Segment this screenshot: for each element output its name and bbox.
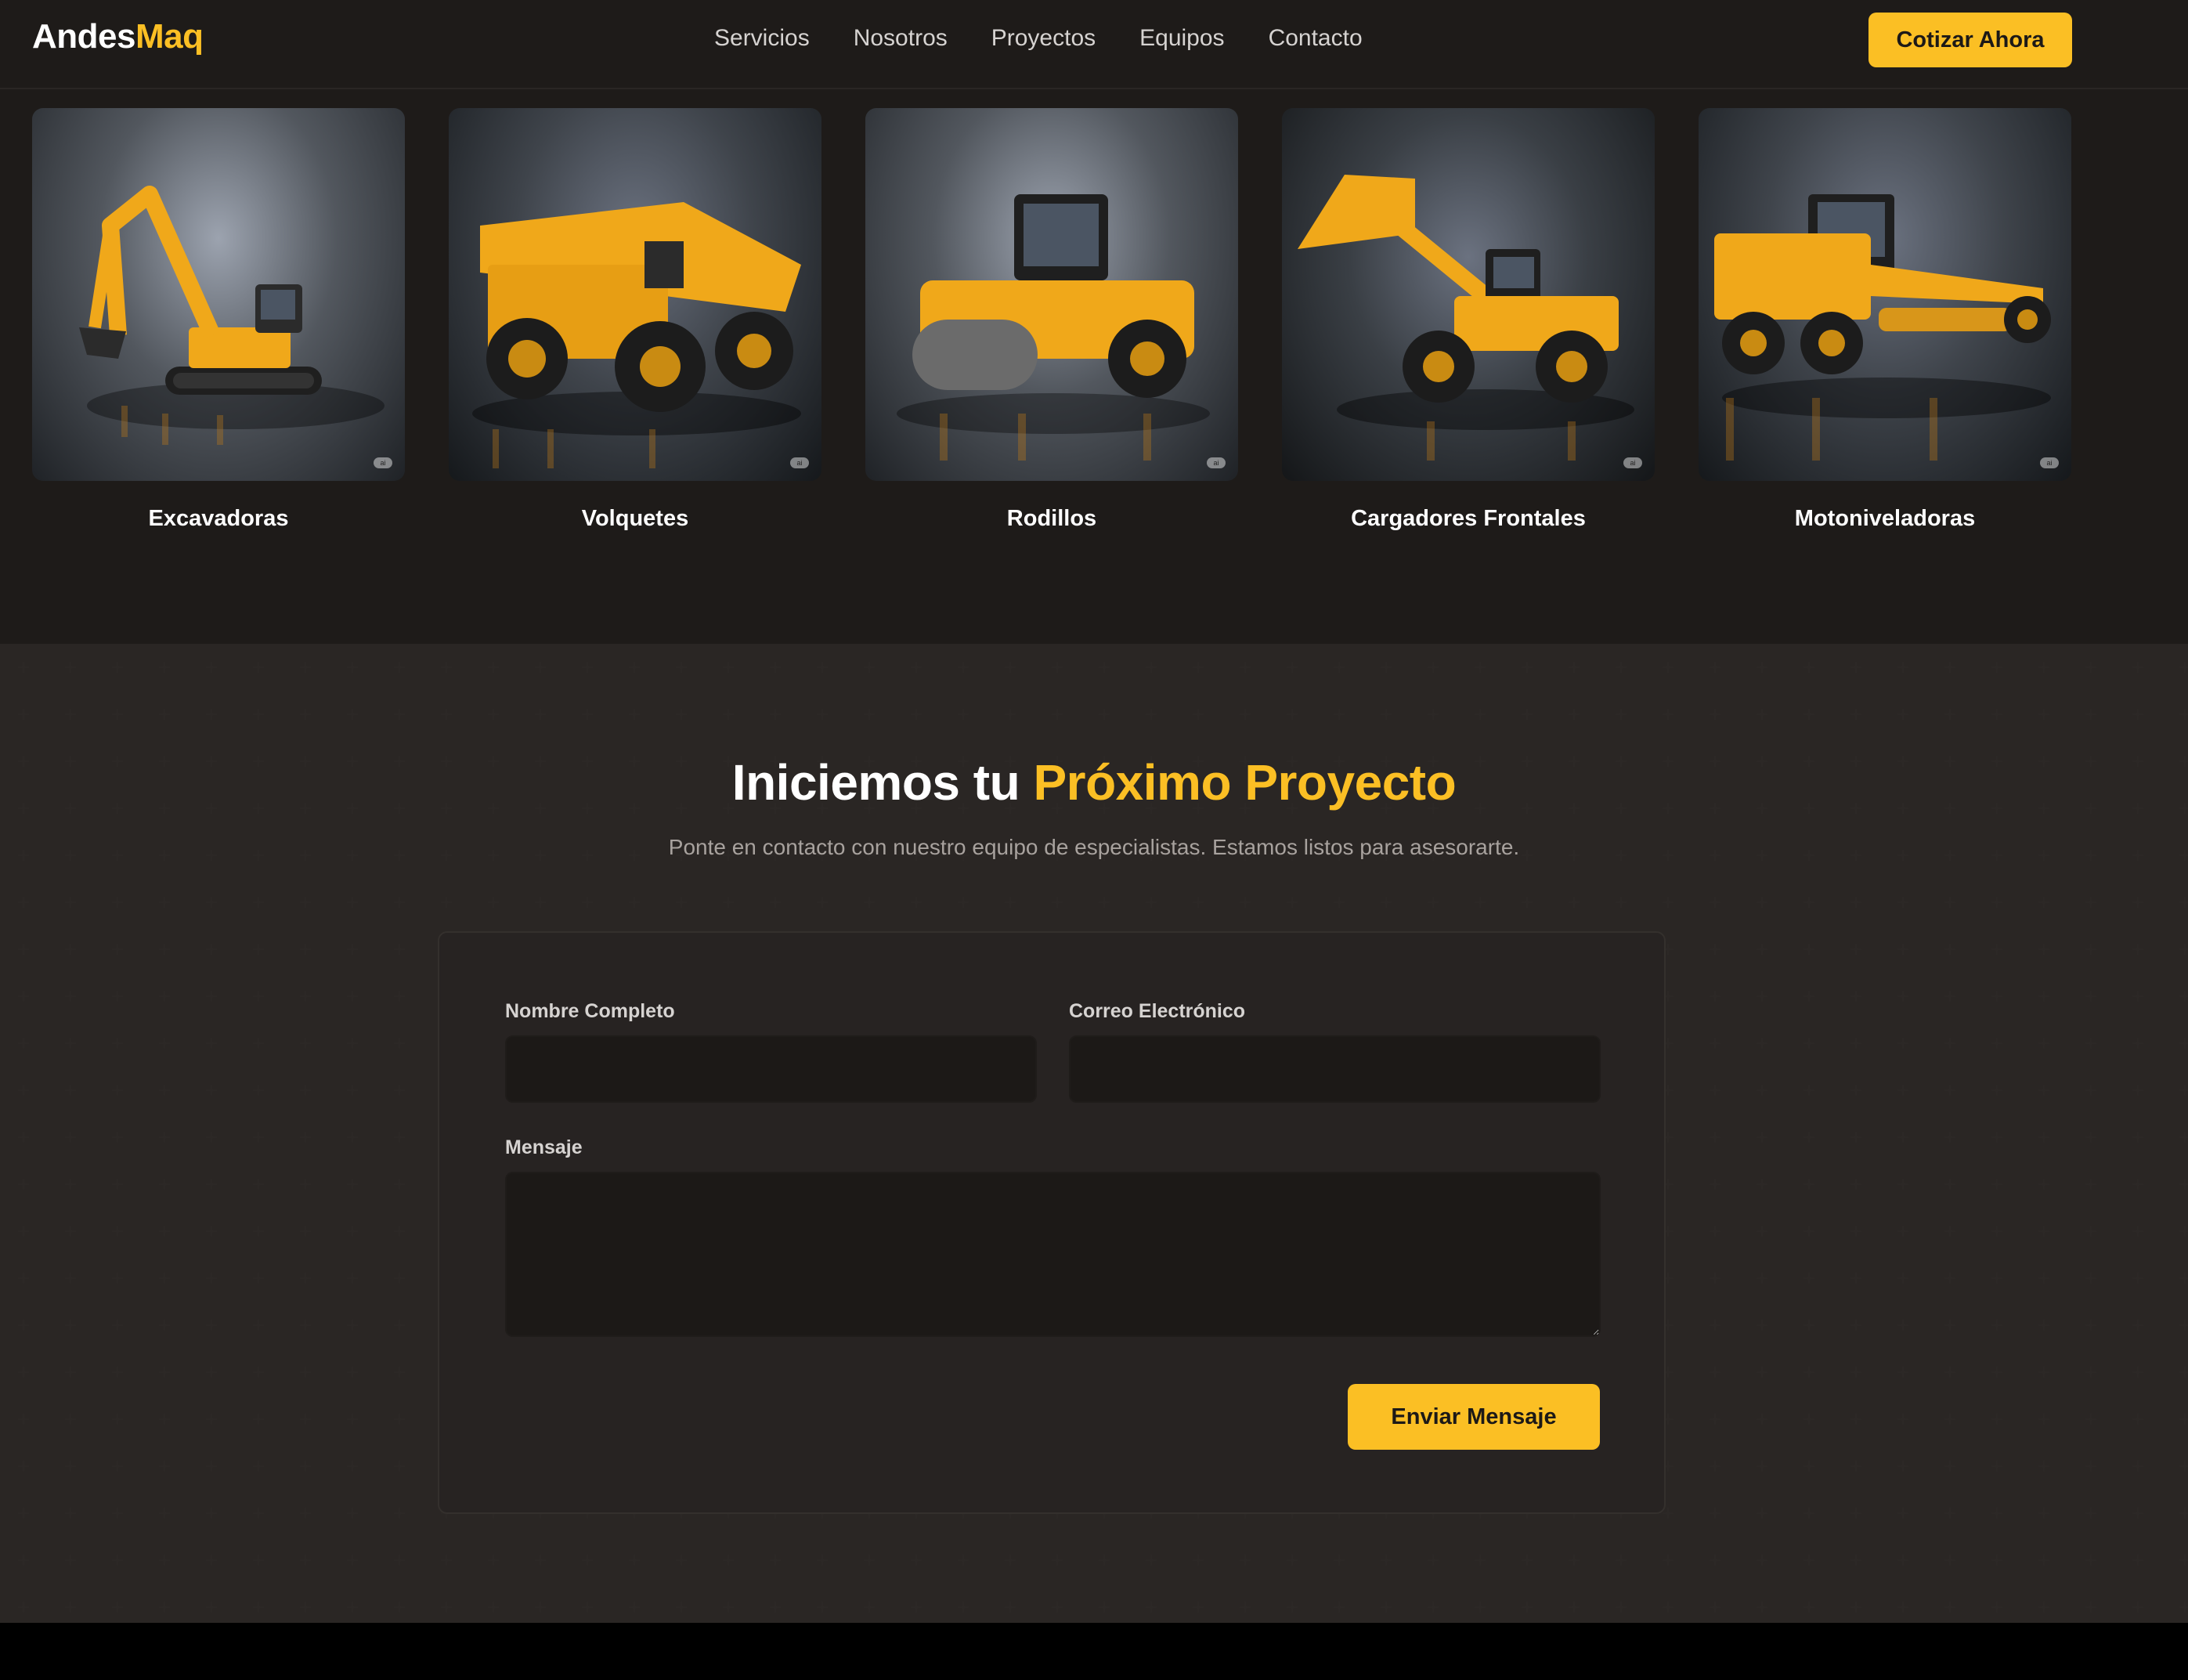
dump-truck-image: ai — [449, 108, 821, 481]
brand-name-part1: Andes — [32, 17, 135, 56]
contact-section: Iniciemos tu Próximo Proyecto Ponte en c… — [0, 644, 2188, 1623]
equipment-label: Excavadoras — [148, 506, 289, 531]
excavator-image: ai — [32, 108, 405, 481]
email-label: Correo Electrónico — [1069, 1000, 1246, 1022]
site-header: AndesMaq Servicios Nosotros Proyectos Eq… — [0, 0, 2188, 89]
name-field[interactable] — [505, 1035, 1037, 1103]
equipment-label: Volquetes — [581, 506, 689, 531]
brand-logo[interactable]: AndesMaq — [32, 17, 204, 56]
equipment-label: Motoniveladoras — [1794, 506, 1976, 531]
nav-link-servicios[interactable]: Servicios — [714, 25, 810, 52]
equipment-card-cargadores[interactable]: ai Cargadores Frontales — [1282, 108, 1655, 532]
equipment-label: Cargadores Frontales — [1351, 506, 1586, 531]
footer — [0, 1623, 2188, 1680]
equipment-card-rodillos[interactable]: ai Rodillos — [865, 108, 1238, 532]
message-field[interactable] — [505, 1172, 1601, 1337]
ai-badge: ai — [2040, 457, 2059, 468]
email-field[interactable] — [1069, 1035, 1601, 1103]
nav-link-nosotros[interactable]: Nosotros — [854, 25, 948, 52]
contact-title: Iniciemos tu Próximo Proyecto — [0, 753, 2188, 811]
contact-subtitle: Ponte en contacto con nuestro equipo de … — [668, 835, 1520, 859]
message-label: Mensaje — [505, 1136, 583, 1158]
brand-name-part2: Maq — [135, 17, 204, 56]
equipment-card-excavadoras[interactable]: ai Excavadoras — [32, 108, 405, 532]
ai-badge: ai — [1623, 457, 1642, 468]
nav-link-proyectos[interactable]: Proyectos — [991, 25, 1096, 52]
nav-link-contacto[interactable]: Contacto — [1269, 25, 1363, 52]
ai-badge: ai — [374, 457, 392, 468]
contact-title-highlight: Próximo Proyecto — [1033, 754, 1457, 811]
wheel-loader-image: ai — [1282, 108, 1655, 481]
equipment-card-motoniveladoras[interactable]: ai Motoniveladoras — [1699, 108, 2071, 532]
motor-grader-image: ai — [1699, 108, 2071, 481]
send-message-button[interactable]: Enviar Mensaje — [1348, 1384, 1600, 1450]
contact-title-part1: Iniciemos tu — [731, 754, 1034, 811]
ai-badge: ai — [1207, 457, 1226, 468]
quote-now-button[interactable]: Cotizar Ahora — [1868, 13, 2072, 67]
ai-badge: ai — [790, 457, 809, 468]
equipment-card-volquetes[interactable]: ai Volquetes — [449, 108, 821, 532]
nav-link-equipos[interactable]: Equipos — [1139, 25, 1224, 52]
equipment-label: Rodillos — [1006, 506, 1097, 531]
equipment-section: ai Excavadoras ai Volquetes ai Rodillos … — [0, 91, 2188, 644]
road-roller-image: ai — [865, 108, 1238, 481]
contact-form: Nombre Completo Correo Electrónico Mensa… — [438, 931, 1666, 1514]
main-nav: Servicios Nosotros Proyectos Equipos Con… — [714, 25, 1406, 52]
name-label: Nombre Completo — [505, 1000, 675, 1022]
